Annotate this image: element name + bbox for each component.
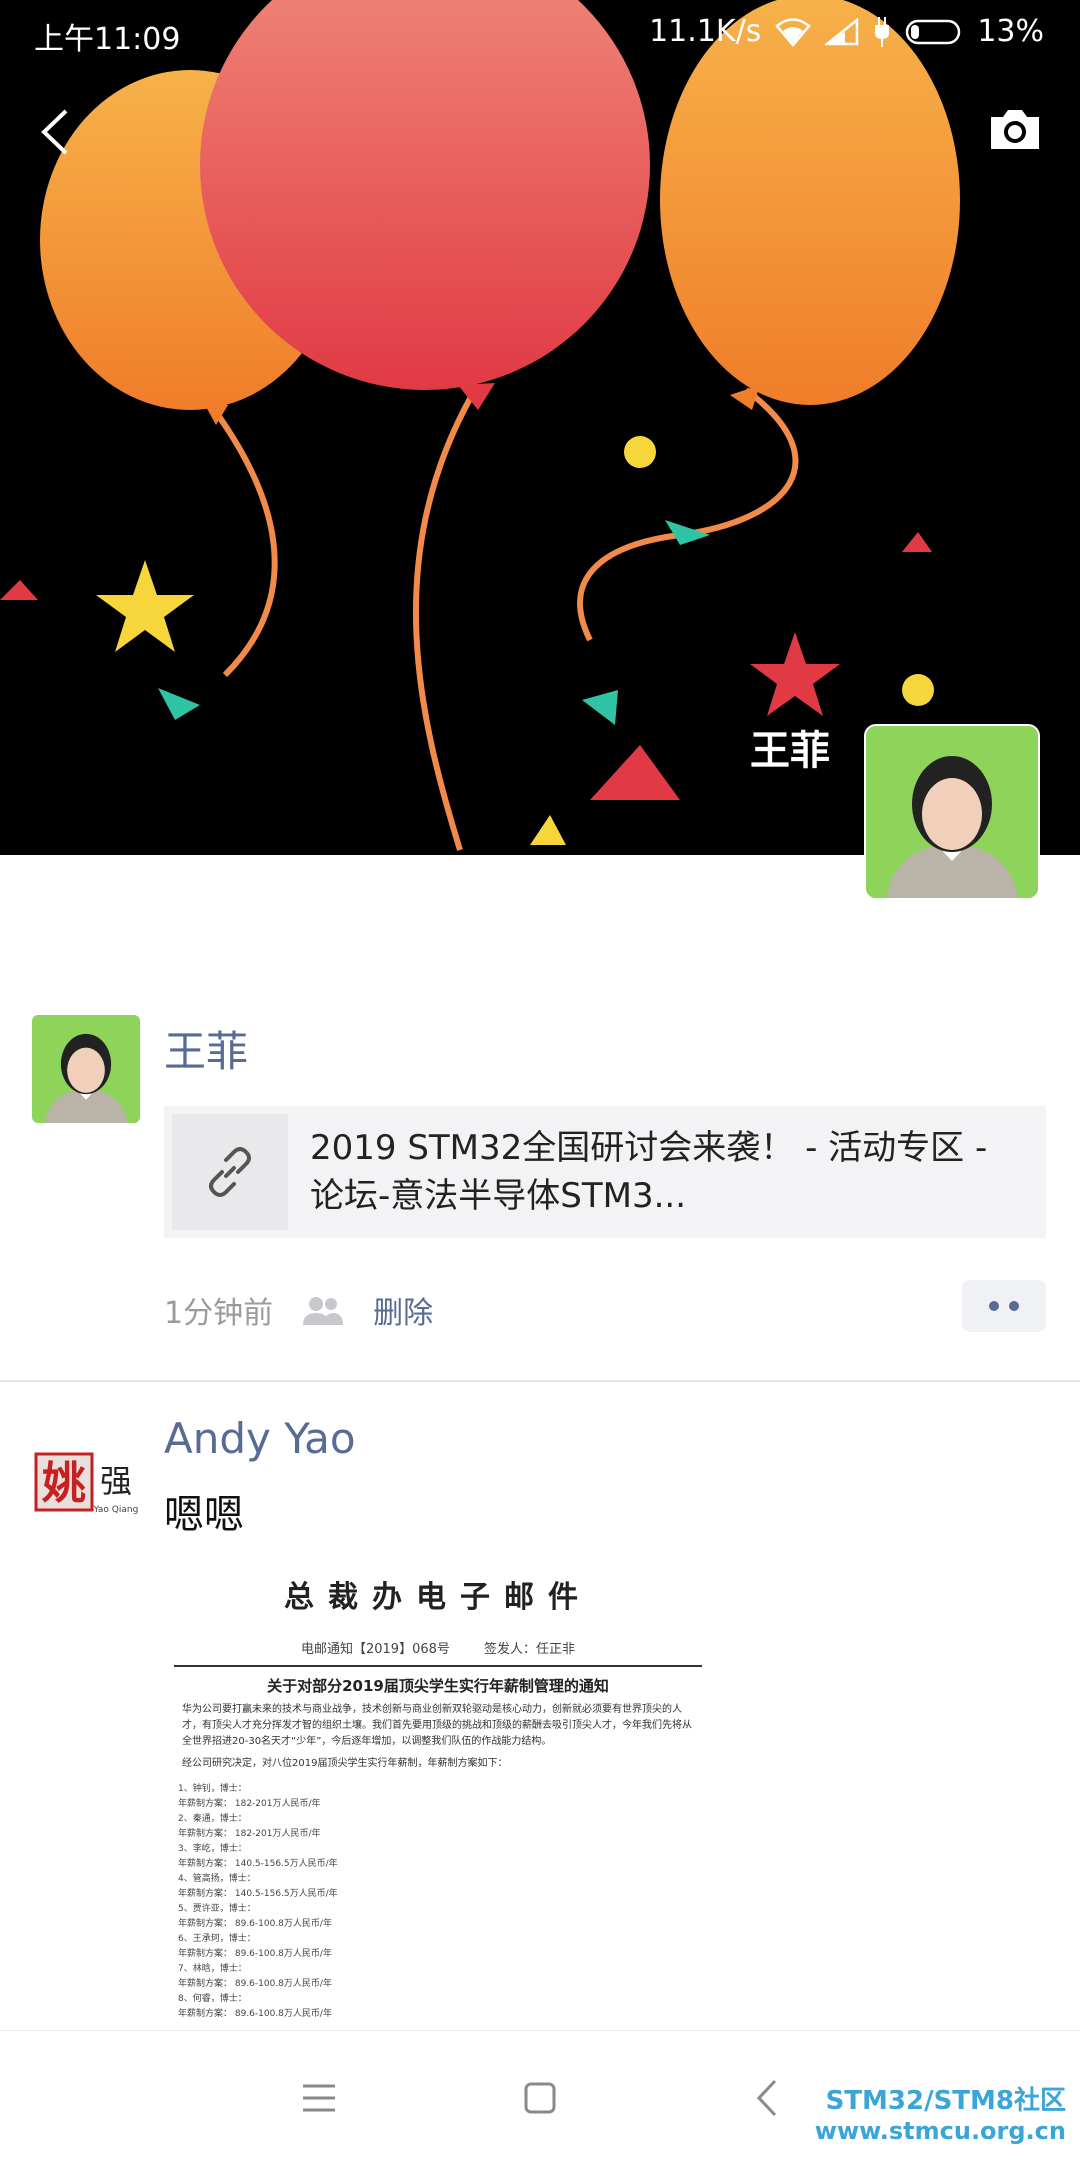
home-square-icon: [524, 2082, 556, 2114]
document-list-item: 5、贾许亚，博士：: [178, 1904, 256, 1914]
battery-icon: [906, 19, 961, 44]
document-heading: 总裁办电子邮件: [284, 1580, 592, 1615]
document-subline: 电邮通知【2019】068号 签发人：任正非: [300, 1642, 576, 1657]
back-chevron-icon: [41, 109, 68, 155]
document-list-item: 年薪制方案： 89.6-100.8万人民币/年: [178, 1979, 332, 1989]
more-dots-icon: [1009, 1301, 1019, 1311]
svg-text:姚: 姚: [41, 1458, 86, 1509]
document-list-item: 1、钟钊，博士：: [178, 1784, 247, 1794]
watermark-line2: www.stmcu.org.cn: [814, 2117, 1066, 2145]
watermark: STM32/STM8社区 www.stmcu.org.cn: [815, 2080, 1066, 2145]
post-text: 嗯嗯: [164, 1492, 244, 1538]
back-button[interactable]: [30, 100, 80, 164]
avatar[interactable]: [32, 1015, 140, 1123]
nav-back-icon: [756, 2079, 777, 2117]
link-title: 2019 STM32全国研讨会来袭！ - 活动专区 - 论坛-意法半导体STM3…: [310, 1128, 988, 1216]
document-notice-title: 关于对部分2019届顶尖学生实行年薪制管理的通知: [267, 1677, 609, 1695]
document-list-item: 6、王承珂，博士：: [178, 1934, 256, 1944]
camera-icon: [991, 110, 1039, 149]
post-meta: 1分钟前 删除: [164, 1288, 433, 1332]
document-list-item: 7、林晗，博士：: [178, 1964, 247, 1974]
document-list-item: 年薪制方案： 182-201万人民币/年: [178, 1799, 321, 1809]
friends-visibility-icon: [303, 1297, 344, 1325]
link-thumbnail: [172, 1114, 288, 1230]
document-paragraph: 华为公司要打赢未来的技术与商业战争，技术创新与商业创新双轮驱动是核心动力，创新就…: [182, 1704, 692, 1747]
watermark-line1: STM32/STM8社区: [825, 2086, 1066, 2116]
divider: [0, 1380, 1080, 1382]
document-list-item: 4、管高扬，博士：: [178, 1874, 256, 1884]
avatar-photo: [32, 1015, 140, 1123]
charging-icon: [875, 16, 890, 47]
author-name[interactable]: Andy Yao: [164, 1414, 356, 1463]
menu-lines-icon: [303, 2084, 335, 2112]
document-list: 1、钟钊，博士： 年薪制方案： 182-201万人民币/年 2、秦通，博士： 年…: [168, 1772, 708, 2022]
document-list-item: 年薪制方案： 89.6-100.8万人民币/年: [178, 2009, 332, 2019]
document-list-item: 2、秦通，博士：: [178, 1814, 247, 1824]
wifi-icon: [775, 17, 812, 47]
more-dots-icon: [989, 1301, 999, 1311]
document-list-item: 8、何睿，博士：: [178, 1994, 247, 2004]
document-list-item: 年薪制方案： 89.6-100.8万人民币/年: [178, 1949, 332, 1959]
document-paragraph: 经公司研究决定，对八位2019届顶尖学生实行年薪制，年薪制方案如下：: [182, 1758, 508, 1769]
link-icon: [209, 1147, 251, 1197]
svg-text:Yao Qiang: Yao Qiang: [93, 1505, 139, 1515]
owner-name: 王菲: [750, 728, 830, 774]
status-bar: 上午11:09 11.1K/s 13%: [0, 0, 1080, 66]
avatar[interactable]: 姚 强 Yao Qiang: [32, 1432, 140, 1540]
delete-link[interactable]: 删除: [373, 1288, 433, 1332]
svg-text:强: 强: [100, 1462, 132, 1500]
document-list-item: 年薪制方案： 140.5-156.5万人民币/年: [178, 1859, 338, 1869]
signal-icon: [825, 17, 859, 45]
document-list-item: 3、李屹，博士：: [178, 1844, 247, 1854]
system-nav-bar: STM32/STM8社区 www.stmcu.org.cn: [0, 2030, 1080, 2161]
document-rule: [174, 1665, 702, 1667]
author-name[interactable]: 王菲: [164, 1018, 248, 1079]
document-list-item: 年薪制方案： 140.5-156.5万人民币/年: [178, 1889, 338, 1899]
more-actions-button[interactable]: [962, 1280, 1046, 1332]
avatar-photo: [866, 726, 1038, 898]
status-right-group: 11.1K/s 13%: [649, 14, 1044, 49]
home-button[interactable]: [515, 2073, 565, 2123]
document-list-item: 年薪制方案： 89.6-100.8万人民币/年: [178, 1919, 332, 1929]
battery-percent: 13%: [977, 14, 1044, 49]
owner-avatar[interactable]: [864, 724, 1040, 900]
status-time: 上午11:09: [34, 22, 181, 57]
net-speed: 11.1K/s: [649, 14, 762, 49]
recents-button[interactable]: [294, 2073, 344, 2123]
avatar-logo: 姚 强 Yao Qiang: [34, 1452, 139, 1515]
post-time: 1分钟前: [164, 1296, 274, 1331]
attached-image[interactable]: 总裁办电子邮件 电邮通知【2019】068号 签发人：任正非 关于对部分2019…: [168, 1558, 708, 2028]
shared-link-card[interactable]: 2019 STM32全国研讨会来袭！ - 活动专区 - 论坛-意法半导体STM3…: [164, 1106, 1046, 1238]
camera-button[interactable]: [986, 104, 1044, 156]
nav-back-button[interactable]: [742, 2073, 792, 2123]
document-list-item: 年薪制方案： 182-201万人民币/年: [178, 1829, 321, 1839]
